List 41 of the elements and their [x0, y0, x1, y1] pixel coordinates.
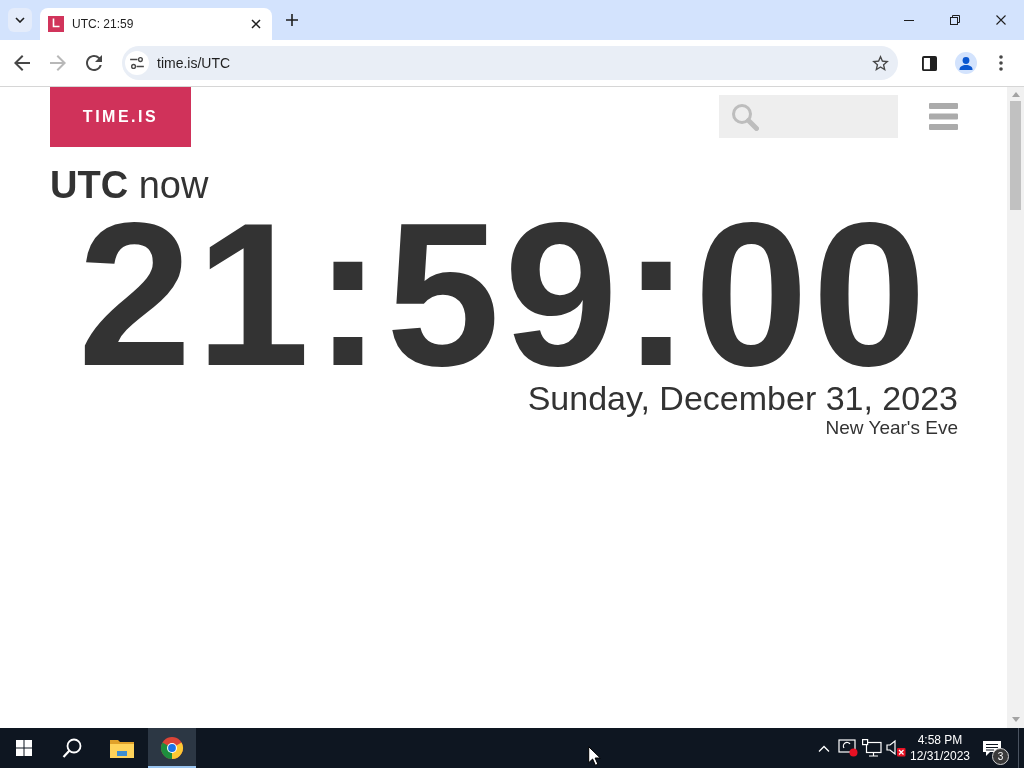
star-icon — [871, 55, 889, 71]
forward-arrow-icon — [50, 55, 66, 71]
site-logo[interactable]: TIME.IS — [50, 87, 191, 147]
date-text: Sunday, December 31, 2023 — [527, 380, 958, 416]
page-heading: UTC now — [50, 165, 210, 205]
scrollbar[interactable] — [1007, 87, 1024, 728]
notifications-button[interactable]: 3 — [972, 728, 1012, 768]
folder-icon — [110, 738, 134, 758]
network-icon — [862, 739, 882, 757]
side-panel-icon — [921, 55, 937, 71]
address-bar[interactable]: time.is/UTC — [122, 46, 898, 80]
search-icon — [62, 738, 82, 758]
search-field[interactable] — [719, 95, 898, 138]
restore-icon — [950, 15, 960, 25]
notification-badge: 3 — [992, 748, 1009, 765]
minimize-icon — [904, 19, 914, 21]
avatar-icon — [955, 52, 977, 74]
holiday-text: New Year's Eve — [825, 417, 958, 439]
tab-search-button[interactable] — [8, 8, 32, 32]
plus-icon — [286, 14, 298, 26]
reload-icon — [86, 55, 102, 71]
search-icon — [731, 102, 759, 131]
more-icon — [999, 55, 1003, 71]
scrollbar-thumb[interactable] — [1010, 101, 1021, 210]
back-arrow-icon — [14, 55, 30, 71]
close-icon — [251, 19, 261, 29]
browser-tab[interactable]: UTC: 21:59 — [40, 8, 272, 40]
browser-button[interactable] — [148, 728, 196, 768]
taskbar-clock[interactable]: 4:58 PM 12/31/2023 — [908, 728, 972, 768]
browser-icon — [160, 736, 184, 760]
tune-icon — [130, 57, 144, 69]
windows-icon — [16, 740, 32, 756]
screen-alert-icon — [838, 739, 858, 757]
chevron-down-icon — [15, 17, 25, 23]
close-icon — [996, 15, 1006, 25]
time-display: 21:59:00 — [77, 215, 931, 373]
site-info-button[interactable] — [125, 51, 149, 75]
favicon-icon — [48, 16, 64, 32]
chevron-up-icon — [818, 744, 830, 752]
mouse-cursor-icon — [588, 746, 601, 766]
menu-icon — [929, 103, 958, 130]
